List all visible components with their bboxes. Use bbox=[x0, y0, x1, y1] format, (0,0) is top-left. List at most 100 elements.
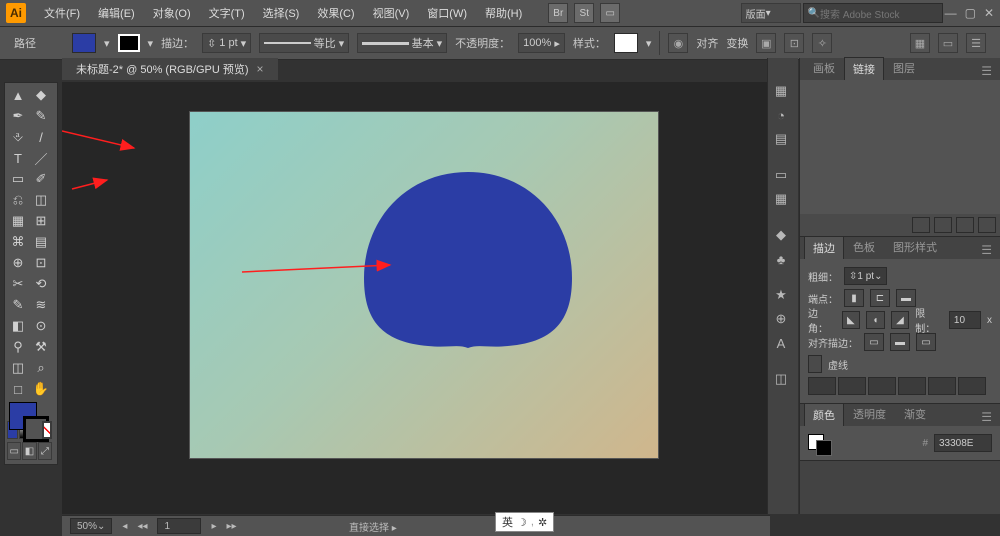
gradient-tool[interactable]: ⟲ bbox=[30, 274, 52, 294]
artboard-tool[interactable]: ⚲ bbox=[7, 337, 29, 357]
edit-similar-icon[interactable]: ⊡ bbox=[784, 33, 804, 53]
align-center[interactable]: ▭ bbox=[864, 333, 884, 351]
hex-input[interactable]: 33308E bbox=[934, 434, 992, 452]
stroke-panel-menu-icon[interactable]: ☰ bbox=[977, 241, 996, 259]
artboard-number[interactable]: 1 bbox=[157, 518, 201, 534]
relink-icon[interactable] bbox=[912, 217, 930, 233]
dock-artboards-icon[interactable]: ◫ bbox=[770, 368, 792, 390]
pen-tool[interactable]: ⎀ bbox=[7, 127, 29, 147]
gap-3[interactable] bbox=[958, 377, 986, 395]
free-transform-tool[interactable]: ▤ bbox=[30, 232, 52, 252]
color-panel-menu-icon[interactable]: ☰ bbox=[977, 408, 996, 426]
shaper-tool[interactable]: ⎌ bbox=[7, 190, 29, 210]
dock-stroke-icon[interactable]: ▭ bbox=[770, 164, 792, 186]
brush-dropdown[interactable]: 基本 ▾ bbox=[357, 33, 447, 53]
cap-butt[interactable]: ▮ bbox=[844, 289, 864, 307]
blue-shape[interactable] bbox=[358, 168, 578, 352]
placeholder-1[interactable]: □ bbox=[7, 379, 29, 399]
tab-links[interactable]: 链接 bbox=[844, 57, 884, 80]
artboard-nav-next[interactable]: ▸ bbox=[211, 521, 216, 532]
dock-symbols-icon[interactable]: ♣ bbox=[770, 248, 792, 270]
stroke-profile-dropdown[interactable]: 等比 ▾ bbox=[259, 33, 349, 53]
lasso-tool[interactable]: ✎ bbox=[30, 106, 52, 126]
options-icon2[interactable]: ▭ bbox=[938, 33, 958, 53]
menu-effect[interactable]: 效果(C) bbox=[309, 2, 362, 24]
placeholder-2[interactable]: ✋ bbox=[30, 379, 52, 399]
cap-projecting[interactable]: ▬ bbox=[896, 289, 916, 307]
bridge-button[interactable]: Br bbox=[548, 3, 568, 23]
edit-original-icon[interactable] bbox=[978, 217, 996, 233]
selection-tool[interactable]: ▲ bbox=[7, 85, 29, 105]
tab-transparency[interactable]: 透明度 bbox=[844, 402, 895, 426]
align-inside[interactable]: ▬ bbox=[890, 333, 910, 351]
tab-layers[interactable]: 图层 bbox=[884, 56, 924, 80]
menu-file[interactable]: 文件(F) bbox=[36, 2, 88, 24]
ime-lang[interactable]: 英 bbox=[502, 514, 513, 530]
style-swatch[interactable] bbox=[614, 33, 638, 53]
artboard-nav-prev[interactable]: ◂ bbox=[122, 521, 127, 532]
tab-graphic-styles[interactable]: 图形样式 bbox=[884, 235, 946, 259]
options-icon1[interactable]: ▦ bbox=[910, 33, 930, 53]
line-tool[interactable]: ／ bbox=[30, 148, 52, 168]
stroke-weight-input[interactable]: ⇳ 1 pt ⌄ bbox=[844, 267, 887, 285]
ime-toolbar[interactable]: 英 ☽ , ✲ bbox=[495, 512, 554, 532]
stroke-weight-dropdown[interactable]: ⇳ 1 pt ▾ bbox=[202, 33, 251, 53]
dock-swatches-icon[interactable]: ▤ bbox=[770, 128, 792, 150]
workspace-dropdown[interactable]: 版面 ▾ bbox=[741, 3, 801, 23]
ime-moon-icon[interactable]: ☽ bbox=[517, 516, 527, 529]
dock-properties-icon[interactable]: ▦ bbox=[770, 80, 792, 102]
stock-button[interactable]: St bbox=[574, 3, 594, 23]
select-similar-icon[interactable]: ✧ bbox=[812, 33, 832, 53]
artboard-nav-first[interactable]: ◂◂ bbox=[137, 521, 147, 532]
transform-label[interactable]: 变换 bbox=[726, 35, 748, 51]
ime-settings-icon[interactable]: ✲ bbox=[538, 516, 547, 529]
slice-tool[interactable]: ⚒ bbox=[30, 337, 52, 357]
search-input[interactable]: 🔍 搜索 Adobe Stock bbox=[803, 3, 943, 23]
color-fill-stroke-indicator[interactable] bbox=[808, 434, 832, 452]
dock-shape-icon[interactable]: ★ bbox=[770, 284, 792, 306]
window-maximize[interactable]: ▢ bbox=[965, 6, 976, 20]
tab-color[interactable]: 颜色 bbox=[804, 403, 844, 426]
eyedropper-tool[interactable]: ✎ bbox=[7, 295, 29, 315]
update-link-icon[interactable] bbox=[956, 217, 974, 233]
document-tab[interactable]: 未标题-2* @ 50% (RGB/GPU 预览) × bbox=[62, 58, 278, 80]
corner-round[interactable]: ◖ bbox=[866, 311, 885, 329]
close-tab-icon[interactable]: × bbox=[257, 62, 264, 76]
mesh-tool[interactable]: ✂ bbox=[7, 274, 29, 294]
dock-color-icon[interactable]: ◔ bbox=[770, 104, 792, 126]
zoom-tool[interactable]: ⌕ bbox=[30, 358, 52, 378]
recolor-icon[interactable]: ◉ bbox=[668, 33, 688, 53]
menu-object[interactable]: 对象(O) bbox=[145, 2, 199, 24]
gap-2[interactable] bbox=[898, 377, 926, 395]
tab-gradient[interactable]: 渐变 bbox=[895, 402, 935, 426]
menu-window[interactable]: 窗口(W) bbox=[419, 2, 475, 24]
dock-transform-icon[interactable]: ⊕ bbox=[770, 308, 792, 330]
miter-limit-input[interactable]: 10 bbox=[949, 311, 981, 329]
fill-swatch[interactable] bbox=[72, 33, 96, 53]
dock-gradient-icon[interactable]: ▦ bbox=[770, 188, 792, 210]
column-graph-tool[interactable]: ⊙ bbox=[30, 316, 52, 336]
artboard[interactable] bbox=[190, 112, 658, 458]
dash-1[interactable] bbox=[808, 377, 836, 395]
window-minimize[interactable]: — bbox=[945, 6, 957, 20]
arrange-button[interactable]: ▭ bbox=[600, 3, 620, 23]
menu-select[interactable]: 选择(S) bbox=[255, 2, 308, 24]
align-outside[interactable]: ▭ bbox=[916, 333, 936, 351]
scale-tool[interactable]: ⊞ bbox=[30, 211, 52, 231]
artboard-nav-last[interactable]: ▸▸ bbox=[227, 521, 237, 532]
isolate-icon[interactable]: ▣ bbox=[756, 33, 776, 53]
paintbrush-tool[interactable]: ✐ bbox=[30, 169, 52, 189]
corner-miter[interactable]: ◣ bbox=[842, 311, 861, 329]
menu-help[interactable]: 帮助(H) bbox=[477, 2, 530, 24]
window-close[interactable]: ✕ bbox=[984, 6, 994, 20]
screen-modes[interactable]: ▭◧⤢ bbox=[7, 442, 52, 460]
gap-1[interactable] bbox=[838, 377, 866, 395]
rotate-tool[interactable]: ▦ bbox=[7, 211, 29, 231]
opacity-dropdown[interactable]: 100% ▸ bbox=[518, 33, 565, 53]
dash-2[interactable] bbox=[868, 377, 896, 395]
corner-bevel[interactable]: ◢ bbox=[891, 311, 910, 329]
panel-menu-icon[interactable]: ☰ bbox=[977, 62, 996, 80]
perspective-tool[interactable]: ⊡ bbox=[30, 253, 52, 273]
align-label[interactable]: 对齐 bbox=[696, 35, 718, 51]
curvature-tool[interactable]: / bbox=[30, 127, 52, 147]
